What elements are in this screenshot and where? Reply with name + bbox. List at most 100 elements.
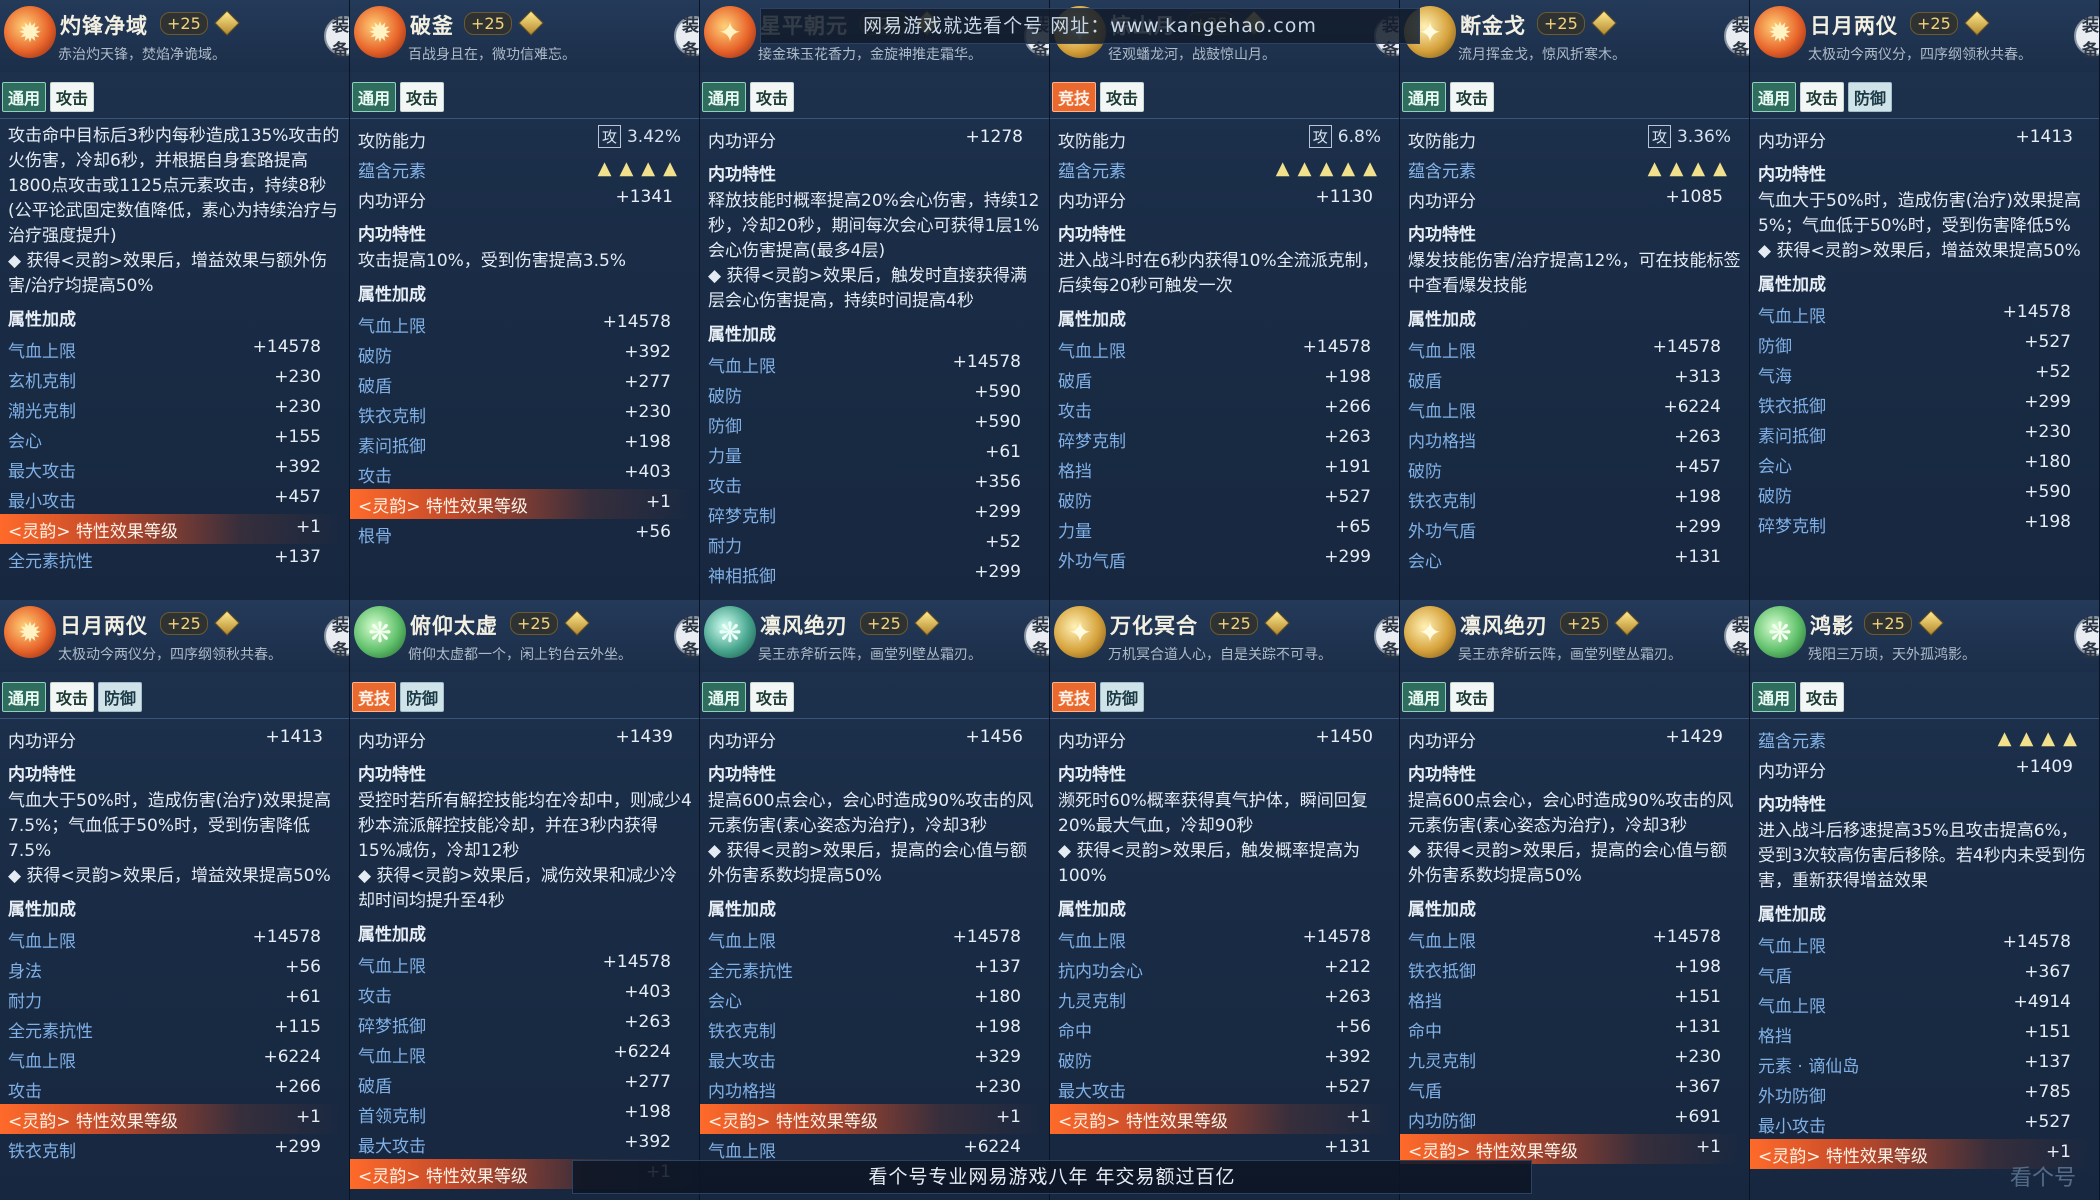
stat-row: 碎梦抵御 +263 — [358, 1009, 693, 1039]
stat-name: 格挡 — [1058, 462, 1092, 482]
screenshot-grid: ✹ 灼锋净域 +25 赤治灼天锋，焚焰净诡域。 装备 通用 攻击 攻击命中目标后3秒内每秒造成… — [0, 0, 2100, 1200]
rating-value: 3.36% — [1676, 127, 1731, 147]
stat-name: 首领克制 — [358, 1107, 426, 1127]
trait-extra: ◆ 获得<灵韵>效果后，触发概率提高为100% — [1058, 841, 1360, 886]
enhance-level-badge: +25 — [1864, 612, 1912, 635]
stat-value: +299 — [974, 502, 1021, 522]
equip-button[interactable]: 装备 — [1374, 616, 1399, 661]
stat-row: 攻击 +403 — [358, 459, 693, 489]
stat-value: +392 — [624, 342, 671, 362]
stat-value: +590 — [974, 412, 1021, 432]
stat-row: 会心 +131 — [1408, 544, 1743, 574]
enhance-level-badge: +25 — [1537, 12, 1585, 35]
stat-value: +277 — [624, 372, 671, 392]
category-tag: 防御 — [1848, 82, 1893, 112]
equip-button[interactable]: 装备 — [1024, 616, 1049, 661]
gem-icon — [214, 610, 240, 636]
equip-button[interactable]: 装备 — [324, 616, 349, 661]
stat-value: +1 — [295, 517, 321, 537]
equip-button[interactable]: 装备 — [2074, 16, 2099, 61]
item-title: 破釜 — [410, 14, 454, 38]
tag-row: 通用 攻击 防御 — [2, 682, 143, 712]
item-title: 俯仰太虚 — [410, 614, 498, 638]
stat-name: 外功气盾 — [1058, 552, 1126, 572]
stat-name: 气血上限 — [1408, 932, 1476, 952]
score-value: +1413 — [2015, 127, 2073, 147]
item-subtitle: 接金珠玉花香力，金旋神推走霜华。 — [758, 47, 982, 63]
stat-value: +14578 — [1652, 927, 1721, 947]
item-subtitle: 万机冥合道人心，自是关踪不可寻。 — [1108, 647, 1332, 663]
stat-value: +392 — [1324, 1047, 1371, 1067]
stat-value: +65 — [1335, 517, 1371, 537]
stat-name: 碎梦克制 — [708, 507, 776, 527]
stat-value: +266 — [274, 1077, 321, 1097]
equip-button[interactable]: 装备 — [2074, 616, 2099, 661]
divider — [0, 118, 349, 119]
score-label: 内功评分 — [1408, 732, 1476, 752]
stat-row: 全元素抗性 +137 — [8, 544, 343, 574]
equip-button[interactable]: 装备 — [324, 16, 349, 61]
stat-row: 格挡 +151 — [1758, 1019, 2093, 1049]
tag-row: 竞技 攻击 — [1052, 82, 1145, 112]
item-panel: ✦ 凛风绝刃 +25 吴王赤斧斫云阵，画堂列壁丛霜刃。 装备 通用 攻击 内功评分 +1429 内… — [1400, 600, 1750, 1200]
item-panel: ❋ 鸿影 +25 残阳三万顷，天外孤鸿影。 装备 通用 攻击 蕴含元素 ▲▲▲▲ 内功评分 +140… — [1750, 600, 2100, 1200]
stat-row: 最大攻击 +392 — [358, 1129, 693, 1159]
stat-name: 铁衣克制 — [8, 1142, 76, 1162]
stat-name: 破防 — [1058, 492, 1092, 512]
panel-header: ❋ 鸿影 +25 残阳三万顷，天外孤鸿影。 装备 — [1750, 600, 2099, 672]
stat-row: 内功格挡 +230 — [708, 1074, 1043, 1104]
item-subtitle: 太极动今两仪分，四序纲领秋共春。 — [58, 647, 282, 663]
rating-row: 攻防能力 攻 3.42% — [358, 124, 693, 154]
tag-row: 竞技 防御 — [1052, 682, 1145, 712]
item-panel: ❋ 俯仰太虚 +25 俯仰太虚都一个，闲上钓台云外坐。 装备 竞技 防御 内功评分 +1439 内… — [350, 600, 700, 1200]
stat-name: 气盾 — [1758, 967, 1792, 987]
item-subtitle: 赤治灼天锋，焚焰净诡域。 — [58, 47, 226, 63]
stat-row: 破盾 +277 — [358, 369, 693, 399]
stat-name: 气血上限 — [1058, 342, 1126, 362]
stat-value: +1 — [2045, 1142, 2071, 1162]
equip-button[interactable]: 装备 — [1724, 616, 1749, 661]
stat-row: 气血上限 +14578 — [1058, 924, 1393, 954]
score-value: +1409 — [2015, 757, 2073, 777]
stat-name: <灵韵> 特性效果等级 — [1058, 1112, 1228, 1132]
item-subtitle: 吴王赤斧斫云阵，画堂列壁丛霜刃。 — [758, 647, 982, 663]
stat-value: +6224 — [263, 1047, 321, 1067]
stat-row: 破防 +392 — [358, 339, 693, 369]
stat-value: +527 — [1324, 1077, 1371, 1097]
stat-value: +590 — [974, 382, 1021, 402]
divider — [1750, 718, 2099, 719]
stat-row: 格挡 +151 — [1408, 984, 1743, 1014]
panel-body: 攻击命中目标后3秒内每秒造成135%攻击的火伤害，冷却6秒，并根据自身套路提高1… — [0, 124, 343, 574]
equip-button[interactable]: 装备 — [674, 16, 699, 61]
tag-row: 通用 攻击 — [1402, 682, 1495, 712]
stat-value: +14578 — [2002, 932, 2071, 952]
stat-value: +527 — [2024, 1112, 2071, 1132]
element-row: 蕴含元素 ▲▲▲▲ — [1408, 154, 1743, 184]
attr-header: 属性加成 — [1408, 900, 1476, 920]
panel-body: 攻防能力 攻 6.8% 蕴含元素 ▲▲▲▲▲ 内功评分 +1130 内功特性 进入战斗时在6秒内… — [1058, 124, 1393, 574]
enhance-level-badge: +25 — [860, 612, 908, 635]
stat-row: 身法 +56 — [8, 954, 343, 984]
stat-value: +230 — [1674, 1047, 1721, 1067]
score-row: 内功评分 +1456 — [708, 724, 1043, 754]
stat-row: 素问抵御 +230 — [1758, 419, 2093, 449]
item-subtitle: 吴王赤斧斫云阵，画堂列壁丛霜刃。 — [1458, 647, 1682, 663]
tag-row: 通用 攻击 — [702, 82, 795, 112]
stat-row: 气血上限 +14578 — [1058, 334, 1393, 364]
trait-header: 内功特性 — [708, 765, 776, 785]
stat-value: +61 — [285, 987, 321, 1007]
stat-value: +151 — [2024, 1022, 2071, 1042]
equip-button[interactable]: 装备 — [674, 616, 699, 661]
category-tag: 攻击 — [400, 82, 445, 112]
stat-value: +1 — [1345, 1107, 1371, 1127]
stat-name: <灵韵> 特性效果等级 — [1408, 1142, 1578, 1162]
stat-row: 抗内功会心 +212 — [1058, 954, 1393, 984]
stat-value: +6224 — [963, 1137, 1021, 1157]
panel-body: 内功评分 +1278 内功特性 释放技能时概率提高20%会心伤害，持续12秒，冷却20… — [708, 124, 1043, 589]
stat-row: 气血上限 +14578 — [358, 949, 693, 979]
stat-value: +1 — [1695, 1137, 1721, 1157]
stat-row: 全元素抗性 +137 — [708, 954, 1043, 984]
trait-header: 内功特性 — [1058, 765, 1126, 785]
equip-button[interactable]: 装备 — [1724, 16, 1749, 61]
stat-row: 铁衣抵御 +198 — [1408, 954, 1743, 984]
